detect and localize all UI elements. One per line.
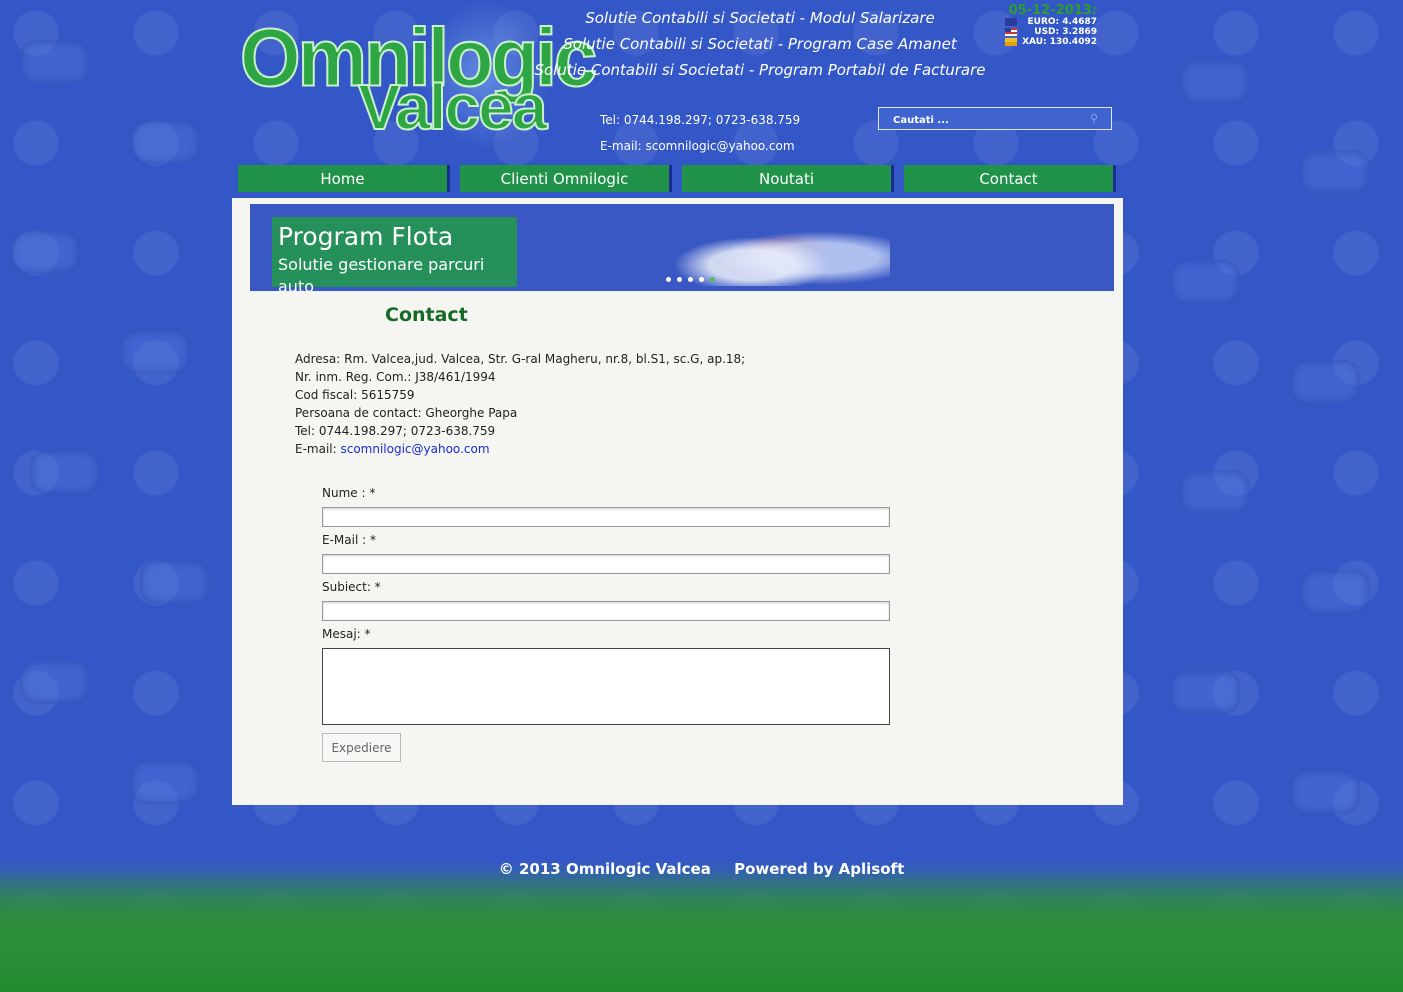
slideshow-banner[interactable]: Program Flota Solutie gestionare parcuri…: [250, 204, 1114, 291]
header-contact: Tel: 0744.198.297; 0723-638.759 E-mail: …: [600, 112, 800, 164]
logo-text-valcea: Valcea: [357, 70, 548, 144]
rate-xau: XAU: 130.4092: [1022, 37, 1097, 47]
contact-form: Nume : * E-Mail : * Subiect: * Mesaj: * …: [322, 485, 890, 762]
contact-details: Adresa: Rm. Valcea,jud. Valcea, Str. G-r…: [295, 350, 745, 458]
slide-dot-4[interactable]: [699, 277, 704, 282]
contact-reg-com: Nr. inm. Reg. Com.: J38/461/1994: [295, 370, 496, 384]
header-email: E-mail: scomnilogic@yahoo.com: [600, 139, 795, 153]
contact-email-label: E-mail:: [295, 442, 341, 456]
content-panel: Program Flota Solutie gestionare parcuri…: [232, 198, 1123, 805]
header-phone: Tel: 0744.198.297; 0723-638.759: [600, 113, 801, 127]
nav-clienti-omnilogic[interactable]: Clienti Omnilogic: [460, 165, 672, 192]
gold-icon: [1005, 38, 1017, 46]
header-taglines: Solutie Contabili si Societati - Modul S…: [520, 8, 1000, 86]
submit-button[interactable]: Expediere: [322, 733, 401, 762]
name-label: Nume : *: [322, 486, 376, 500]
nav-contact[interactable]: Contact: [904, 165, 1116, 192]
contact-cod-fiscal: Cod fiscal: 5615759: [295, 388, 415, 402]
rates-date: 05-12-2013:: [1008, 3, 1097, 18]
email-input[interactable]: [322, 554, 890, 574]
banner-caption: Program Flota Solutie gestionare parcuri…: [272, 217, 517, 291]
search-icon[interactable]: ⚲: [1090, 113, 1101, 124]
footer: © 2013 Omnilogic Valcea Powered by Aplis…: [0, 860, 1403, 878]
contact-address: Adresa: Rm. Valcea,jud. Valcea, Str. G-r…: [295, 352, 746, 366]
name-input[interactable]: [322, 507, 890, 527]
main-nav: Home Clienti Omnilogic Noutati Contact: [238, 165, 1126, 192]
search-input[interactable]: [879, 112, 1083, 126]
footer-copyright: © 2013 Omnilogic Valcea: [498, 860, 711, 878]
footer-powered-by[interactable]: Powered by Aplisoft: [734, 860, 904, 878]
slide-indicators: [666, 277, 715, 282]
nav-home[interactable]: Home: [238, 165, 450, 192]
tagline-facturare[interactable]: Solutie Contabili si Societati - Program…: [520, 60, 1000, 86]
eu-flag-icon: [1005, 18, 1017, 26]
email-label: E-Mail : *: [322, 533, 376, 547]
message-label: Mesaj: *: [322, 627, 371, 641]
slide-dot-5[interactable]: [710, 277, 715, 282]
search-box: ⚲: [878, 107, 1112, 130]
page-title: Contact: [385, 304, 468, 326]
grass-footer-background: [0, 860, 1403, 992]
exchange-rates: 05-12-2013: EURO: 4.4687 USD: 3.2869 XAU…: [1005, 4, 1097, 47]
nav-noutati[interactable]: Noutati: [682, 165, 894, 192]
slide-dot-1[interactable]: [666, 277, 671, 282]
subject-input[interactable]: [322, 601, 890, 621]
site-logo[interactable]: Omnilogic Valcea: [239, 10, 598, 144]
banner-title: Program Flota: [278, 222, 454, 251]
us-flag-icon: [1005, 28, 1017, 36]
contact-person: Persoana de contact: Gheorghe Papa: [295, 406, 518, 420]
slide-dot-3[interactable]: [688, 277, 693, 282]
slide-dot-2[interactable]: [677, 277, 682, 282]
banner-subtitle: Solutie gestionare parcuri auto: [278, 255, 485, 291]
rate-euro: EURO: 4.4687: [1027, 17, 1098, 27]
message-textarea[interactable]: [322, 648, 890, 725]
tagline-salarizare[interactable]: Solutie Contabili si Societati - Modul S…: [520, 8, 1000, 34]
contact-email-link[interactable]: scomnilogic@yahoo.com: [340, 442, 489, 456]
contact-phone: Tel: 0744.198.297; 0723-638.759: [295, 424, 496, 438]
subject-label: Subiect: *: [322, 580, 381, 594]
rate-usd: USD: 3.2869: [1034, 27, 1097, 37]
tagline-case-amanet[interactable]: Solutie Contabili si Societati - Program…: [520, 34, 1000, 60]
banner-cars-image: [660, 216, 890, 286]
